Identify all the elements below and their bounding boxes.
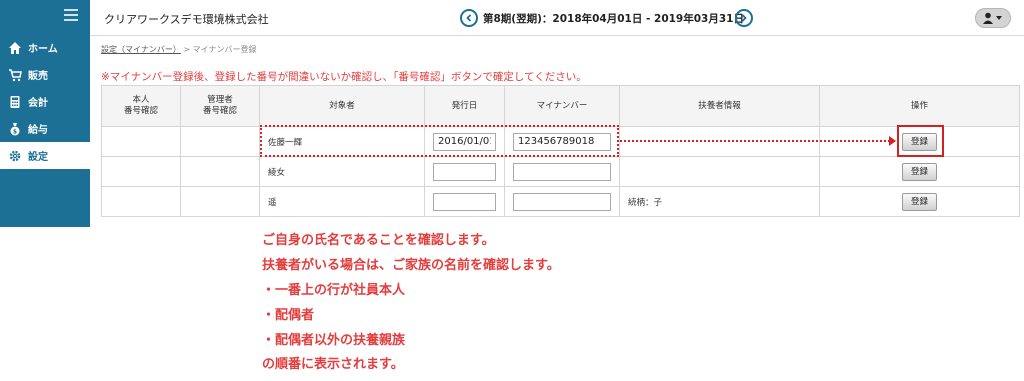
issue-date-input[interactable] (433, 162, 496, 181)
annotation-line: ・配偶者 (262, 308, 315, 323)
dependent-info: 続柄：子 (619, 186, 820, 217)
table-row: 綾女 登録 (101, 156, 1020, 187)
money-bag-icon: $ (8, 122, 22, 136)
annotation-line: の順番に表示されます。 (262, 357, 404, 372)
person-name: 綾女 (259, 156, 425, 187)
self-check-cell (101, 156, 181, 187)
annotation-line: ・一番上の行が社員本人 (262, 283, 406, 298)
highlight-register-button (897, 125, 944, 157)
svg-text:$: $ (13, 128, 17, 135)
dependent-info (619, 156, 820, 187)
issue-date-input[interactable] (433, 192, 496, 211)
admin-check-cell (180, 126, 260, 157)
person-name: 遥 (259, 186, 425, 217)
self-check-cell (101, 186, 181, 217)
arrow-icon (889, 136, 896, 146)
sidebar-item-sales[interactable]: 販売 (0, 61, 90, 88)
breadcrumb: 設定（マイナンバー） > マイナンバー登録 (101, 44, 256, 55)
admin-check-cell (180, 186, 260, 217)
calculator-icon (8, 95, 22, 109)
sidebar-item-accounting[interactable]: 会計 (0, 88, 90, 115)
sidebar-item-label: 会計 (28, 98, 48, 109)
col-header-issue-date: 発行日 (424, 85, 505, 127)
my-number-input[interactable] (513, 192, 611, 211)
sidebar-item-label: 給与 (28, 125, 48, 136)
notice-text: ※マイナンバー登録後、登録した番号が間違いないか確認し、「番号確認」ボタンで確定… (101, 71, 587, 83)
menu-toggle-icon[interactable] (64, 9, 78, 21)
company-name: クリアワークスデモ環境株式会社 (104, 13, 269, 26)
breadcrumb-current: マイナンバー登録 (192, 45, 257, 54)
sidebar: ホーム 販売 会計 $ 給与 設定 (0, 0, 90, 227)
annotation-line: ・配偶者以外の扶養親族 (262, 333, 406, 348)
breadcrumb-separator: > (183, 45, 191, 54)
prev-period-button[interactable] (460, 9, 478, 27)
user-icon (983, 12, 1002, 24)
col-header-my-number: マイナンバー (504, 85, 620, 127)
highlight-connector-line (620, 140, 890, 142)
col-header-admin-check: 管理者 番号確認 (180, 85, 260, 127)
annotation-line: ご自身の氏名であることを確認します。 (262, 233, 495, 248)
fiscal-period: 第8期(翌期)：2018年04月01日 - 2019年03月31日 (483, 13, 744, 25)
register-button[interactable]: 登録 (902, 192, 937, 211)
sidebar-item-settings[interactable]: 設定 (0, 142, 90, 169)
self-check-cell (101, 126, 181, 157)
annotation-line: 扶養者がいる場合は、ご家族の名前を確認します。 (262, 258, 560, 273)
admin-check-cell (180, 156, 260, 187)
breadcrumb-link-settings[interactable]: 設定（マイナンバー） (101, 45, 181, 54)
highlight-first-row (260, 125, 619, 157)
col-header-person: 対象者 (259, 85, 425, 127)
chevron-right-icon (741, 14, 747, 22)
table-header-row: 本人 番号確認 管理者 番号確認 対象者 発行日 マイナンバー 扶養者情報 操作 (101, 85, 1020, 127)
sidebar-item-home[interactable]: ホーム (0, 34, 90, 61)
col-header-dependent-info: 扶養者情報 (619, 85, 820, 127)
user-menu-button[interactable] (975, 8, 1011, 28)
sidebar-item-payroll[interactable]: $ 給与 (0, 115, 90, 142)
my-number-input[interactable] (513, 162, 611, 181)
sidebar-item-label: 販売 (28, 71, 48, 82)
top-bar: クリアワークスデモ環境株式会社 第8期(翌期)：2018年04月01日 - 20… (90, 0, 1024, 36)
table-row: 遥 続柄：子 登録 (101, 186, 1020, 217)
col-header-self-check: 本人 番号確認 (101, 85, 181, 127)
chevron-left-icon (466, 14, 472, 22)
cart-icon (8, 68, 22, 82)
register-button[interactable]: 登録 (902, 162, 937, 181)
sidebar-item-label: ホーム (28, 44, 58, 55)
home-icon (8, 41, 22, 55)
gear-icon (8, 149, 22, 163)
col-header-action: 操作 (819, 85, 1020, 127)
sidebar-item-label: 設定 (28, 152, 48, 163)
next-period-button[interactable] (735, 9, 753, 27)
